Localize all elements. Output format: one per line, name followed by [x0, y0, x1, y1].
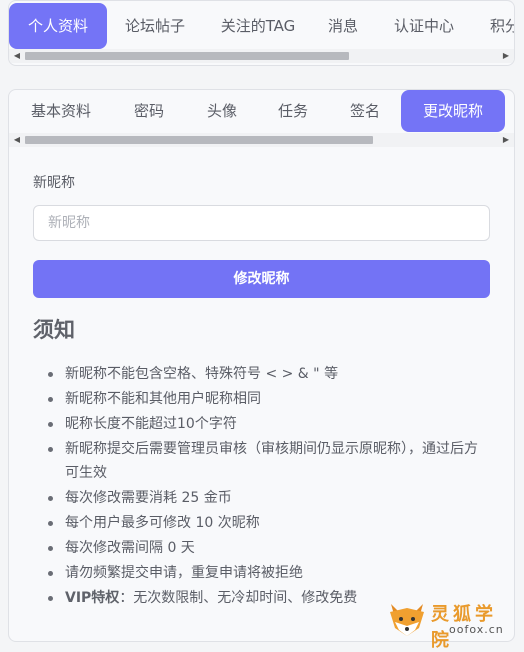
list-item: 新昵称不能包含空格、特殊符号 < > & " 等	[48, 362, 490, 386]
list-item: 每次修改需要消耗 25 金币	[48, 486, 490, 510]
list-item: 请勿频繁提交申请，重复申请将被拒绝	[48, 561, 490, 585]
profile-tabs-card: 个人资料 论坛帖子 关注的TAG 消息 认证中心 积分 ◀ ▶	[8, 0, 515, 66]
settings-card: 基本资料 密码 头像 任务 签名 更改昵称 ◀ ▶ 新昵称 新昵称 修改昵称 须…	[8, 89, 515, 642]
tab-profile[interactable]: 个人资料	[9, 3, 107, 49]
tab-basic-info[interactable]: 基本资料	[11, 90, 111, 132]
tab-forum-posts[interactable]: 论坛帖子	[107, 3, 203, 49]
list-item: 新昵称不能和其他用户昵称相同	[48, 387, 490, 411]
scrollbar-thumb[interactable]	[25, 136, 373, 144]
change-nickname-button[interactable]: 修改昵称	[33, 260, 490, 298]
notice-title: 须知	[33, 318, 75, 342]
tab-points[interactable]: 积分	[475, 3, 514, 49]
vip-label: VIP特权	[65, 590, 120, 606]
nickname-input[interactable]: 新昵称	[33, 205, 490, 241]
tab-password[interactable]: 密码	[111, 90, 187, 132]
scroll-left-icon[interactable]: ◀	[12, 135, 22, 145]
change-nickname-form: 新昵称 新昵称 修改昵称 须知 新昵称不能包含空格、特殊符号 < > & " 等…	[33, 172, 490, 611]
tab-avatar[interactable]: 头像	[187, 90, 257, 132]
scroll-right-icon[interactable]: ▶	[501, 135, 511, 145]
vip-text: ：无次数限制、无冷却时间、修改免费	[119, 590, 358, 606]
fox-icon	[390, 604, 424, 636]
tab-certification[interactable]: 认证中心	[373, 3, 475, 49]
list-item: 每个用户最多可修改 10 次昵称	[48, 511, 490, 535]
logo-domain-text: oofox.cn	[449, 623, 504, 636]
sub-tabs-scrollbar[interactable]: ◀ ▶	[9, 133, 514, 147]
scroll-left-icon[interactable]: ◀	[12, 51, 22, 61]
list-item: 新昵称提交后需要管理员审核（审核期间仍显示原昵称），通过后方可生效	[48, 437, 490, 485]
tab-followed-tags[interactable]: 关注的TAG	[203, 3, 313, 49]
site-logo: 灵狐学院 oofox.cn	[387, 598, 517, 651]
settings-tab-bar: 基本资料 密码 头像 任务 签名 更改昵称	[9, 90, 514, 132]
profile-tab-bar: 个人资料 论坛帖子 关注的TAG 消息 认证中心 积分	[9, 3, 514, 49]
tab-messages[interactable]: 消息	[313, 3, 373, 49]
scrollbar-thumb[interactable]	[25, 52, 349, 60]
tab-change-nickname[interactable]: 更改昵称	[401, 90, 505, 132]
tab-signature[interactable]: 签名	[329, 90, 401, 132]
list-item: 每次修改需间隔 0 天	[48, 536, 490, 560]
nickname-label: 新昵称	[33, 175, 75, 191]
tab-tasks[interactable]: 任务	[257, 90, 329, 132]
rules-list: 新昵称不能包含空格、特殊符号 < > & " 等 新昵称不能和其他用户昵称相同 …	[33, 362, 490, 610]
top-tabs-scrollbar[interactable]: ◀ ▶	[9, 49, 514, 63]
list-item: 昵称长度不能超过10个字符	[48, 412, 490, 436]
scroll-right-icon[interactable]: ▶	[501, 51, 511, 61]
